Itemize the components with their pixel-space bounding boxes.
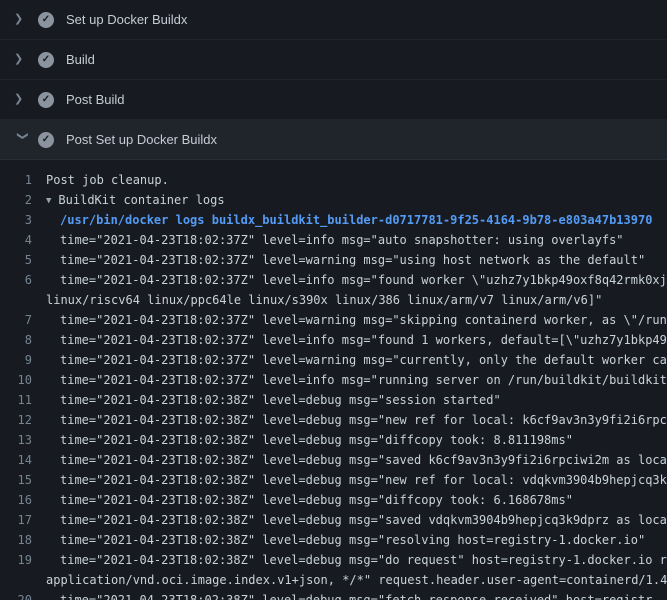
log-line-text: time="2021-04-23T18:02:37Z" level=info m…	[46, 330, 667, 350]
log-line: 7 time="2021-04-23T18:02:37Z" level=warn…	[0, 310, 667, 330]
chevron-icon: ❯	[17, 131, 28, 149]
log-line-text: time="2021-04-23T18:02:37Z" level=warnin…	[46, 350, 667, 370]
log-line-text: time="2021-04-23T18:02:38Z" level=debug …	[46, 410, 667, 430]
log-line-text: time="2021-04-23T18:02:38Z" level=debug …	[46, 590, 667, 600]
log-line-number[interactable]: 18	[0, 530, 46, 550]
log-line-text: linux/riscv64 linux/ppc64le linux/s390x …	[46, 290, 667, 310]
log-line: 17 time="2021-04-23T18:02:38Z" level=deb…	[0, 510, 667, 530]
log-line-number[interactable]: 3	[0, 210, 46, 230]
log-line: application/vnd.oci.image.index.v1+json,…	[0, 570, 667, 590]
log-line-number[interactable]: 2	[0, 190, 46, 210]
log-line: 10 time="2021-04-23T18:02:37Z" level=inf…	[0, 370, 667, 390]
log-line-number[interactable]: 13	[0, 430, 46, 450]
log-line: 20 time="2021-04-23T18:02:38Z" level=deb…	[0, 590, 667, 600]
log-line-number[interactable]	[0, 570, 46, 590]
log-line: 8 time="2021-04-23T18:02:37Z" level=info…	[0, 330, 667, 350]
log-line: 16 time="2021-04-23T18:02:38Z" level=deb…	[0, 490, 667, 510]
log-line-number[interactable]: 8	[0, 330, 46, 350]
log-line-text: time="2021-04-23T18:02:38Z" level=debug …	[46, 390, 667, 410]
log-line-number[interactable]: 15	[0, 470, 46, 490]
log-line-text: time="2021-04-23T18:02:37Z" level=info m…	[46, 370, 667, 390]
log-line-text: Post job cleanup.	[46, 170, 667, 190]
log-line: 15 time="2021-04-23T18:02:38Z" level=deb…	[0, 470, 667, 490]
step-label: Post Set up Docker Buildx	[66, 132, 217, 147]
log-line: 14 time="2021-04-23T18:02:38Z" level=deb…	[0, 450, 667, 470]
log-line: 18 time="2021-04-23T18:02:38Z" level=deb…	[0, 530, 667, 550]
log-line-number[interactable]: 4	[0, 230, 46, 250]
chevron-icon: ❯	[14, 54, 32, 65]
log-line: 6 time="2021-04-23T18:02:37Z" level=info…	[0, 270, 667, 290]
step-label: Post Build	[66, 92, 125, 107]
log-line: 13 time="2021-04-23T18:02:38Z" level=deb…	[0, 430, 667, 450]
log-line: 5 time="2021-04-23T18:02:37Z" level=warn…	[0, 250, 667, 270]
check-circle-icon: ✓	[38, 12, 54, 28]
log-line-text: time="2021-04-23T18:02:38Z" level=debug …	[46, 530, 667, 550]
chevron-icon: ❯	[14, 14, 32, 25]
log-line-number[interactable]: 16	[0, 490, 46, 510]
step-list: ❯ ✓ Set up Docker Buildx ❯ ✓ Build ❯ ✓ P…	[0, 0, 667, 160]
check-circle-icon: ✓	[38, 52, 54, 68]
log-line: 3 /usr/bin/docker logs buildx_buildkit_b…	[0, 210, 667, 230]
log-line-text: time="2021-04-23T18:02:38Z" level=debug …	[46, 470, 667, 490]
log-line-text: application/vnd.oci.image.index.v1+json,…	[46, 570, 667, 590]
log-line: linux/riscv64 linux/ppc64le linux/s390x …	[0, 290, 667, 310]
log-line-number[interactable]: 17	[0, 510, 46, 530]
step-header-0[interactable]: ❯ ✓ Set up Docker Buildx	[0, 0, 667, 40]
log-line-text: time="2021-04-23T18:02:37Z" level=warnin…	[46, 310, 667, 330]
log-line-text: time="2021-04-23T18:02:38Z" level=debug …	[46, 450, 667, 470]
log-line-text: time="2021-04-23T18:02:37Z" level=warnin…	[46, 250, 667, 270]
log-line-number[interactable]	[0, 290, 46, 310]
log-line-number[interactable]: 14	[0, 450, 46, 470]
step-header-2[interactable]: ❯ ✓ Post Build	[0, 80, 667, 120]
log-area: 1 Post job cleanup. 2 ▼BuildKit containe…	[0, 160, 667, 600]
check-circle-icon: ✓	[38, 92, 54, 108]
log-line: 19 time="2021-04-23T18:02:38Z" level=deb…	[0, 550, 667, 570]
log-line-number[interactable]: 1	[0, 170, 46, 190]
log-line-text: time="2021-04-23T18:02:38Z" level=debug …	[46, 510, 667, 530]
step-label: Set up Docker Buildx	[66, 12, 187, 27]
step-label: Build	[66, 52, 95, 67]
log-line: 2 ▼BuildKit container logs	[0, 190, 667, 210]
log-line: 1 Post job cleanup.	[0, 170, 667, 190]
log-line-number[interactable]: 20	[0, 590, 46, 600]
log-line-number[interactable]: 9	[0, 350, 46, 370]
chevron-icon: ❯	[14, 94, 32, 105]
log-line-number[interactable]: 7	[0, 310, 46, 330]
log-line-text: time="2021-04-23T18:02:37Z" level=info m…	[46, 230, 667, 250]
log-line-number[interactable]: 19	[0, 550, 46, 570]
log-line: 12 time="2021-04-23T18:02:38Z" level=deb…	[0, 410, 667, 430]
step-header-3[interactable]: ❯ ✓ Post Set up Docker Buildx	[0, 120, 667, 160]
log-line-text: ▼BuildKit container logs	[46, 190, 667, 210]
step-header-1[interactable]: ❯ ✓ Build	[0, 40, 667, 80]
log-line-number[interactable]: 12	[0, 410, 46, 430]
log-line-text: time="2021-04-23T18:02:38Z" level=debug …	[46, 490, 667, 510]
log-line-text: time="2021-04-23T18:02:37Z" level=info m…	[46, 270, 667, 290]
log-line-number[interactable]: 11	[0, 390, 46, 410]
log-line-text: /usr/bin/docker logs buildx_buildkit_bui…	[46, 210, 667, 230]
workflow-log-viewer: ❯ ✓ Set up Docker Buildx ❯ ✓ Build ❯ ✓ P…	[0, 0, 667, 600]
log-line-text: time="2021-04-23T18:02:38Z" level=debug …	[46, 430, 667, 450]
log-line: 11 time="2021-04-23T18:02:38Z" level=deb…	[0, 390, 667, 410]
check-circle-icon: ✓	[38, 132, 54, 148]
log-line-number[interactable]: 6	[0, 270, 46, 290]
log-line-number[interactable]: 5	[0, 250, 46, 270]
group-toggle-icon[interactable]: ▼	[46, 191, 51, 210]
log-line-number[interactable]: 10	[0, 370, 46, 390]
log-line: 9 time="2021-04-23T18:02:37Z" level=warn…	[0, 350, 667, 370]
log-line: 4 time="2021-04-23T18:02:37Z" level=info…	[0, 230, 667, 250]
log-line-text: time="2021-04-23T18:02:38Z" level=debug …	[46, 550, 667, 570]
